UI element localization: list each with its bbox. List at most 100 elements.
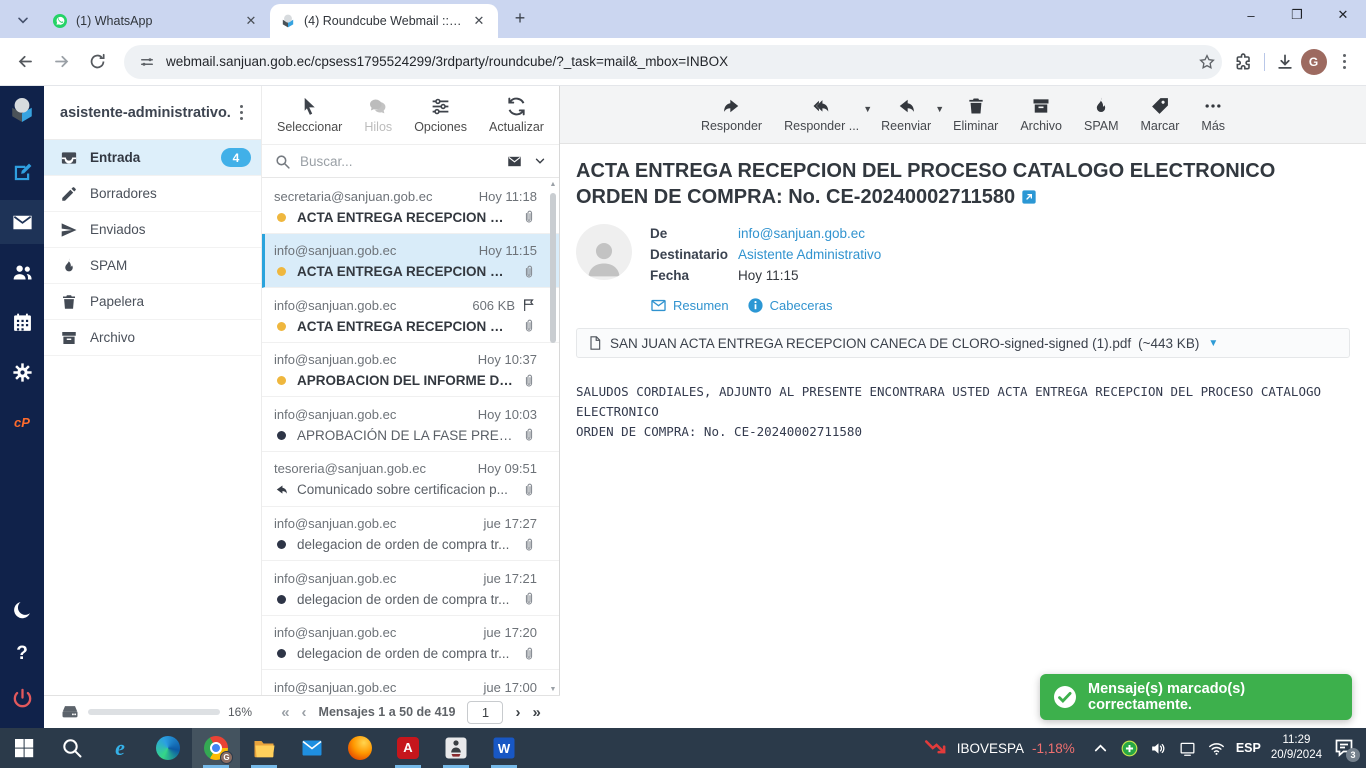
stock-ticker[interactable]: IBOVESPA -1,18% xyxy=(923,735,1075,761)
mail-icon[interactable] xyxy=(0,200,44,244)
message-list-item[interactable]: info@sanjuan.gob.ec jue 17:20 delegacion… xyxy=(262,616,559,671)
seleccionar-button[interactable]: Seleccionar xyxy=(277,96,342,134)
flag-icon[interactable] xyxy=(521,297,537,313)
browser-menu-icon[interactable] xyxy=(1333,54,1357,70)
cast-screen-icon[interactable] xyxy=(1178,739,1197,758)
open-in-new-window-icon[interactable] xyxy=(1021,186,1037,202)
marcar-button[interactable]: Marcar xyxy=(1141,96,1180,133)
profile-avatar[interactable]: G xyxy=(1301,49,1327,75)
tab-close-icon[interactable]: ✕ xyxy=(242,12,260,30)
search-scope-chevron-icon[interactable] xyxy=(533,154,547,168)
downloads-icon[interactable] xyxy=(1275,52,1295,72)
tab-close-icon[interactable]: ✕ xyxy=(470,12,488,30)
contacts-icon[interactable] xyxy=(0,250,44,294)
antivirus-icon[interactable] xyxy=(1120,739,1139,758)
minimize-button[interactable]: – xyxy=(1228,0,1274,30)
reenviar-button[interactable]: Reenviar ▼ xyxy=(881,96,931,133)
prev-page-button[interactable]: ‹ xyxy=(302,704,307,721)
bookmark-star-icon[interactable] xyxy=(1198,53,1216,71)
forward-button[interactable] xyxy=(46,47,76,77)
clock[interactable]: 11:2920/9/2024 xyxy=(1271,733,1322,763)
message-list-item[interactable]: info@sanjuan.gob.ec jue 17:00 xyxy=(262,670,559,695)
start-button[interactable] xyxy=(0,728,48,768)
back-button[interactable] xyxy=(10,47,40,77)
extensions-icon[interactable] xyxy=(1234,52,1254,72)
file-explorer-icon[interactable] xyxy=(240,728,288,768)
close-button[interactable]: ✕ xyxy=(1320,0,1366,30)
scroll-up-icon[interactable]: ▲ xyxy=(548,181,558,188)
responder-button[interactable]: Responder xyxy=(701,96,762,133)
page-number-input[interactable] xyxy=(467,701,503,724)
search-scope-mail-icon[interactable] xyxy=(505,154,524,169)
help-icon[interactable]: ? xyxy=(0,632,44,676)
wifi-icon[interactable] xyxy=(1207,739,1226,758)
eliminar-button[interactable]: Eliminar xyxy=(953,96,998,133)
folder-item-entrada[interactable]: Entrada 4 xyxy=(44,140,261,176)
word-icon[interactable]: W xyxy=(480,728,528,768)
headers-button[interactable]: Cabeceras xyxy=(747,297,833,314)
mas-button[interactable]: Más xyxy=(1201,96,1225,133)
calendar-icon[interactable] xyxy=(0,300,44,344)
mail-app-icon[interactable] xyxy=(288,728,336,768)
actualizar-button[interactable]: Actualizar xyxy=(489,96,544,134)
message-list-item[interactable]: info@sanjuan.gob.ec Hoy 10:03 APROBACIÓN… xyxy=(262,397,559,452)
restore-button[interactable]: ❐ xyxy=(1274,0,1320,30)
folder-item-enviados[interactable]: Enviados xyxy=(44,212,261,248)
notifications-icon[interactable]: 3 xyxy=(1332,736,1356,760)
language-indicator[interactable]: ESP xyxy=(1236,741,1261,755)
scroll-thumb[interactable] xyxy=(550,193,556,343)
folder-item-papelera[interactable]: Papelera xyxy=(44,284,261,320)
acrobat-icon[interactable]: A xyxy=(384,728,432,768)
dark-mode-moon-icon[interactable] xyxy=(0,588,44,632)
search-input[interactable] xyxy=(300,154,496,169)
attachment-name[interactable]: SAN JUAN ACTA ENTREGA RECEPCION CANECA D… xyxy=(610,336,1131,351)
account-menu-icon[interactable] xyxy=(230,105,254,121)
message-list-item[interactable]: info@sanjuan.gob.ec 606 KB ACTA ENTREGA … xyxy=(262,288,559,343)
success-toast[interactable]: Mensaje(s) marcado(s) correctamente. xyxy=(1040,674,1352,720)
taskbar-search-icon[interactable] xyxy=(48,728,96,768)
folder-item-borradores[interactable]: Borradores xyxy=(44,176,261,212)
internet-explorer-icon[interactable]: e xyxy=(96,728,144,768)
volume-icon[interactable] xyxy=(1149,739,1168,758)
summary-button[interactable]: Resumen xyxy=(650,297,729,314)
list-scrollbar[interactable]: ▲ ▼ xyxy=(548,181,558,693)
scroll-down-icon[interactable]: ▼ xyxy=(548,686,558,693)
folder-item-spam[interactable]: SPAM xyxy=(44,248,261,284)
message-list-item[interactable]: info@sanjuan.gob.ec Hoy 10:37 APROBACION… xyxy=(262,343,559,398)
address-bar[interactable]: webmail.sanjuan.gob.ec/cpsess1795524299/… xyxy=(124,45,1222,79)
tab-roundcube[interactable]: (4) Roundcube Webmail :: Entra ✕ xyxy=(270,4,498,38)
to-address-link[interactable]: Asistente Administrativo xyxy=(738,247,881,262)
compose-icon[interactable] xyxy=(0,150,44,194)
logout-power-icon[interactable] xyxy=(0,676,44,720)
opciones-button[interactable]: Opciones xyxy=(414,96,467,134)
attachment-bar[interactable]: SAN JUAN ACTA ENTREGA RECEPCION CANECA D… xyxy=(576,328,1350,358)
message-list-item[interactable]: secretaria@sanjuan.gob.ec Hoy 11:18 ACTA… xyxy=(262,179,559,234)
first-page-button[interactable]: « xyxy=(281,704,289,721)
dropdown-caret-icon[interactable]: ▼ xyxy=(863,104,872,114)
archivo-button[interactable]: Archivo xyxy=(1020,96,1062,133)
site-settings-icon[interactable] xyxy=(138,53,156,71)
message-list-item[interactable]: info@sanjuan.gob.ec Hoy 11:15 ACTA ENTRE… xyxy=(262,234,559,289)
new-tab-button[interactable]: + xyxy=(506,4,534,32)
message-list-item[interactable]: info@sanjuan.gob.ec jue 17:21 delegacion… xyxy=(262,561,559,616)
message-list-item[interactable]: tesoreria@sanjuan.gob.ec Hoy 09:51 Comun… xyxy=(262,452,559,507)
dropdown-caret-icon[interactable]: ▼ xyxy=(935,104,944,114)
settings-gear-icon[interactable] xyxy=(0,350,44,394)
search-icon[interactable] xyxy=(274,153,291,170)
chrome-icon[interactable]: G xyxy=(192,728,240,768)
hilos-button[interactable]: Hilos xyxy=(364,96,392,134)
cpanel-icon[interactable]: cP xyxy=(0,400,44,444)
edge-icon[interactable] xyxy=(144,728,192,768)
java-app-icon[interactable] xyxy=(432,728,480,768)
tab-search-icon[interactable] xyxy=(10,7,36,33)
last-page-button[interactable]: » xyxy=(532,704,540,721)
next-page-button[interactable]: › xyxy=(515,704,520,721)
tab-whatsapp[interactable]: (1) WhatsApp ✕ xyxy=(42,4,270,38)
folder-item-archivo[interactable]: Archivo xyxy=(44,320,261,356)
tray-chevron-up-icon[interactable] xyxy=(1091,739,1110,758)
from-address-link[interactable]: info@sanjuan.gob.ec xyxy=(738,226,865,241)
responder-button[interactable]: Responder ... ▼ xyxy=(784,96,859,133)
attachment-menu-caret-icon[interactable]: ▼ xyxy=(1208,338,1218,349)
spam-button[interactable]: SPAM xyxy=(1084,96,1119,133)
reload-button[interactable] xyxy=(82,47,112,77)
